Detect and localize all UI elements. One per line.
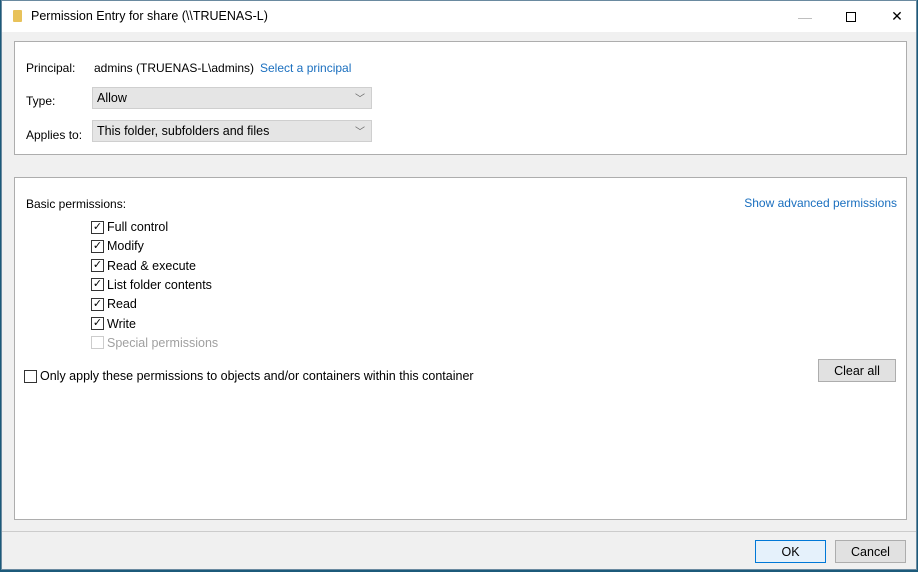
- show-advanced-permissions-link[interactable]: Show advanced permissions: [744, 196, 897, 210]
- applies-to-select[interactable]: This folder, subfolders and files ﹀: [92, 120, 372, 142]
- chevron-down-icon: ﹀: [355, 127, 365, 138]
- permission-label: Special permissions: [107, 335, 219, 350]
- permission-label: Full control: [107, 220, 169, 234]
- permission-label: List folder contents: [107, 277, 212, 292]
- folder-icon: [13, 10, 22, 22]
- principal-label: Principal:: [26, 61, 76, 75]
- chevron-down-icon: ﹀: [355, 94, 365, 105]
- permission-checkbox[interactable]: ✓ Read & execute: [91, 259, 196, 273]
- checkbox-box: ✓: [91, 278, 104, 292]
- type-value: Allow: [97, 91, 127, 105]
- permission-checkbox[interactable]: ✓ List folder contents: [91, 278, 212, 292]
- permission-checkbox[interactable]: ✓ Full control: [91, 220, 168, 234]
- type-label: Type:: [26, 94, 56, 108]
- close-button[interactable]: ✕: [874, 1, 918, 32]
- only-apply-label: Only apply these permissions to objects …: [40, 369, 474, 383]
- permission-label: Read: [107, 297, 137, 312]
- window-title: Permission Entry for share (\\TRUENAS-L): [31, 9, 268, 23]
- maximize-icon: [846, 11, 856, 22]
- permission-checkbox[interactable]: ✓ Write: [91, 317, 136, 331]
- type-select[interactable]: Allow ﹀: [92, 87, 372, 109]
- minimize-button[interactable]: —: [782, 1, 828, 32]
- permission-label: Modify: [107, 239, 144, 254]
- clear-all-button[interactable]: Clear all: [818, 359, 896, 382]
- checkbox-box: [91, 336, 104, 350]
- select-principal-link[interactable]: Select a principal: [260, 61, 351, 75]
- permission-label: Read & execute: [107, 258, 196, 273]
- checkbox-box: ✓: [91, 317, 104, 330]
- checkbox-box: ✓: [91, 297, 104, 311]
- checkbox-box: ✓: [91, 220, 104, 234]
- permission-checkbox[interactable]: ✓ Read: [91, 297, 137, 311]
- cancel-button[interactable]: Cancel: [835, 540, 906, 563]
- principal-value: admins (TRUENAS-L\admins): [94, 61, 255, 75]
- permission-checkbox: Special permissions: [91, 336, 218, 350]
- permission-entry-dialog: Permission Entry for share (\\TRUENAS-L)…: [1, 0, 917, 570]
- permission-checkbox[interactable]: ✓ Modify: [91, 239, 144, 253]
- checkbox-box: ✓: [91, 239, 104, 253]
- title-bar: Permission Entry for share (\\TRUENAS-L)…: [2, 1, 916, 32]
- permissions-panel: Basic permissions: Show advanced permiss…: [14, 177, 907, 520]
- checkbox-box: [24, 369, 37, 383]
- basic-permissions-label: Basic permissions:: [26, 197, 127, 211]
- principal-panel: Principal: admins (TRUENAS-L\admins) Sel…: [14, 41, 907, 155]
- maximize-button[interactable]: [828, 1, 874, 32]
- checkbox-box: ✓: [91, 259, 104, 273]
- permission-label: Write: [107, 316, 136, 331]
- applies-to-value: This folder, subfolders and files: [97, 124, 270, 138]
- only-apply-checkbox[interactable]: Only apply these permissions to objects …: [24, 369, 474, 383]
- applies-to-label: Applies to:: [26, 128, 83, 142]
- ok-button[interactable]: OK: [755, 540, 826, 563]
